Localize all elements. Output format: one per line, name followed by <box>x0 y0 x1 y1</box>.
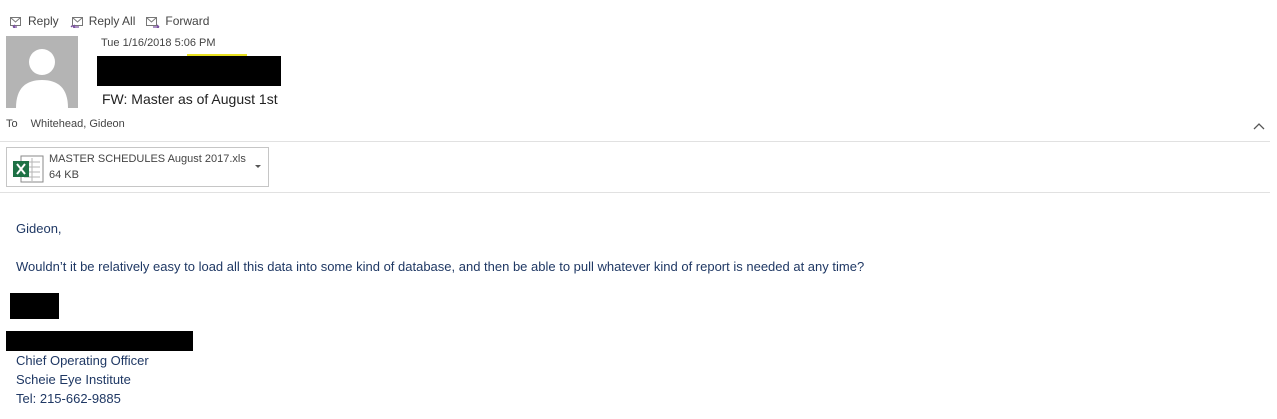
recipients-row: To Whitehead, Gideon <box>6 118 125 130</box>
signature-organization: Scheie Eye Institute <box>16 372 131 387</box>
sender-name-redacted <box>97 54 281 86</box>
message-subject: FW: Master as of August 1st <box>102 91 278 107</box>
to-recipient[interactable]: Whitehead, Gideon <box>31 118 125 130</box>
attachment-size: 64 KB <box>49 169 79 181</box>
to-label: To <box>6 118 18 130</box>
chevron-up-icon[interactable] <box>1252 120 1266 134</box>
signature-redacted-short <box>10 293 59 319</box>
message-toolbar: Reply Reply All Forward <box>8 12 219 30</box>
excel-file-icon <box>13 155 44 183</box>
signature-phone: Tel: 215-662-9885 <box>16 391 121 406</box>
sender-avatar <box>6 36 78 108</box>
attachment-name: MASTER SCHEDULES August 2017.xls <box>49 153 246 165</box>
header-divider <box>0 141 1270 142</box>
attachment-divider <box>0 192 1270 193</box>
reply-button[interactable]: Reply <box>8 14 59 28</box>
sent-date: Tue 1/16/2018 5:06 PM <box>101 37 216 49</box>
reply-all-button[interactable]: Reply All <box>69 14 136 28</box>
signature-redacted-name <box>6 331 193 351</box>
reply-icon <box>10 17 21 28</box>
chevron-down-icon[interactable] <box>253 161 263 171</box>
person-placeholder-icon <box>16 49 68 108</box>
forward-label: Forward <box>165 14 210 28</box>
body-paragraph: Wouldn’t it be relatively easy to load a… <box>16 259 865 274</box>
forward-button[interactable]: Forward <box>145 14 209 28</box>
body-greeting: Gideon, <box>16 221 62 236</box>
reply-all-label: Reply All <box>88 14 136 28</box>
forward-icon <box>146 17 160 28</box>
reply-label: Reply <box>28 14 59 28</box>
reply-all-icon <box>70 17 83 28</box>
signature-title: Chief Operating Officer <box>16 353 149 368</box>
attachment-card[interactable]: MASTER SCHEDULES August 2017.xls 64 KB <box>6 147 269 187</box>
